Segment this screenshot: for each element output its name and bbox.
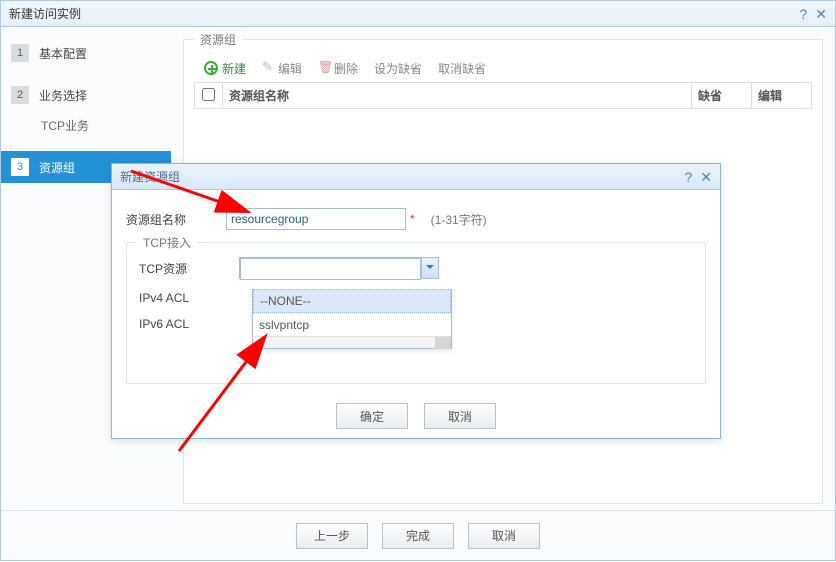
dialog-title: 新建资源组 bbox=[120, 165, 180, 189]
select-all-checkbox[interactable] bbox=[202, 88, 215, 101]
trash-icon bbox=[318, 62, 330, 74]
delete-label: 删除 bbox=[334, 60, 358, 77]
edit-icon bbox=[262, 62, 274, 74]
dropdown-scrollbar[interactable] bbox=[253, 336, 451, 348]
dialog-footer: 确定 取消 bbox=[112, 394, 720, 438]
dialog-body: 资源组名称 * (1-31字符) TCP接入 TCP资源 IPv4 ACL bbox=[112, 190, 720, 394]
step-number: 2 bbox=[11, 86, 29, 104]
name-column-header[interactable]: 资源组名称 bbox=[223, 83, 692, 109]
prev-button[interactable]: 上一步 bbox=[296, 523, 368, 549]
step-number: 1 bbox=[11, 44, 29, 62]
tcp-resource-label: TCP资源 bbox=[139, 260, 239, 277]
step-number: 3 bbox=[11, 158, 29, 176]
scrollbar-thumb[interactable] bbox=[435, 337, 451, 349]
new-resource-group-dialog: 新建资源组 ? ✕ 资源组名称 * (1-31字符) TCP接入 TCP资源 bbox=[111, 163, 721, 439]
clear-default-button[interactable]: 取消缺省 bbox=[432, 56, 492, 80]
help-icon[interactable]: ? bbox=[684, 165, 692, 189]
cancel-button[interactable]: 取消 bbox=[424, 403, 496, 429]
wizard-window: 新建访问实例 ? ✕ 1 基本配置 2 业务选择 TCP业务 3 资源组 资源组 bbox=[0, 0, 836, 561]
tcp-legend: TCP接入 bbox=[137, 234, 197, 251]
resource-table: 资源组名称 缺省 编辑 bbox=[194, 82, 812, 109]
name-row: 资源组名称 * (1-31字符) bbox=[126, 208, 706, 230]
resource-toolbar: 新建 编辑 删除 设为缺省 取消缺省 bbox=[194, 54, 812, 82]
edit-button[interactable]: 编辑 bbox=[256, 56, 308, 80]
set-default-button[interactable]: 设为缺省 bbox=[368, 56, 428, 80]
edit-column-header[interactable]: 编辑 bbox=[752, 83, 812, 109]
finish-button[interactable]: 完成 bbox=[382, 523, 454, 549]
dropdown-option-none[interactable]: --NONE-- bbox=[253, 289, 451, 313]
tcp-resource-dropdown[interactable]: --NONE-- sslvpntcp bbox=[252, 289, 452, 349]
new-button[interactable]: 新建 bbox=[198, 56, 252, 80]
step-label: 资源组 bbox=[39, 159, 75, 176]
name-label: 资源组名称 bbox=[126, 211, 226, 228]
close-icon[interactable]: ✕ bbox=[700, 165, 712, 189]
plus-icon bbox=[204, 61, 218, 75]
table-header-row: 资源组名称 缺省 编辑 bbox=[195, 83, 812, 109]
new-label: 新建 bbox=[222, 60, 246, 77]
ipv6-acl-label: IPv6 ACL bbox=[139, 317, 239, 331]
delete-button[interactable]: 删除 bbox=[312, 56, 364, 80]
dialog-titlebar: 新建资源组 ? ✕ bbox=[112, 164, 720, 190]
ipv4-acl-label: IPv4 ACL bbox=[139, 291, 239, 305]
wizard-footer: 上一步 完成 取消 bbox=[1, 510, 835, 560]
step-label: 业务选择 bbox=[39, 87, 87, 104]
dropdown-option-sslvpntcp[interactable]: sslvpntcp bbox=[253, 313, 451, 336]
default-column-header[interactable]: 缺省 bbox=[692, 83, 752, 109]
wizard-titlebar: 新建访问实例 ? ✕ bbox=[1, 1, 835, 27]
tcp-resource-row: TCP资源 bbox=[139, 257, 693, 279]
step-label: 基本配置 bbox=[39, 45, 87, 62]
close-icon[interactable]: ✕ bbox=[815, 2, 827, 26]
tcp-access-group: TCP接入 TCP资源 IPv4 ACL IPv6 ACL --NONE bbox=[126, 242, 706, 384]
required-mark: * bbox=[410, 212, 415, 226]
box-legend: 资源组 bbox=[194, 31, 242, 48]
clear-default-label: 取消缺省 bbox=[438, 60, 486, 77]
ok-button[interactable]: 确定 bbox=[336, 403, 408, 429]
name-hint: (1-31字符) bbox=[431, 211, 487, 228]
substep-tcp-service[interactable]: TCP业务 bbox=[1, 111, 171, 141]
help-icon[interactable]: ? bbox=[799, 2, 807, 26]
resource-group-name-input[interactable] bbox=[226, 208, 406, 230]
tcp-resource-value[interactable] bbox=[240, 258, 421, 280]
step-service-select[interactable]: 2 业务选择 bbox=[1, 79, 171, 111]
tcp-resource-select[interactable] bbox=[239, 257, 439, 279]
select-all-header[interactable] bbox=[195, 83, 223, 109]
chevron-down-icon[interactable] bbox=[421, 258, 438, 278]
step-basic-config[interactable]: 1 基本配置 bbox=[1, 37, 171, 69]
set-default-label: 设为缺省 bbox=[374, 60, 422, 77]
edit-label: 编辑 bbox=[278, 60, 302, 77]
cancel-button[interactable]: 取消 bbox=[468, 523, 540, 549]
wizard-title: 新建访问实例 bbox=[9, 2, 81, 26]
